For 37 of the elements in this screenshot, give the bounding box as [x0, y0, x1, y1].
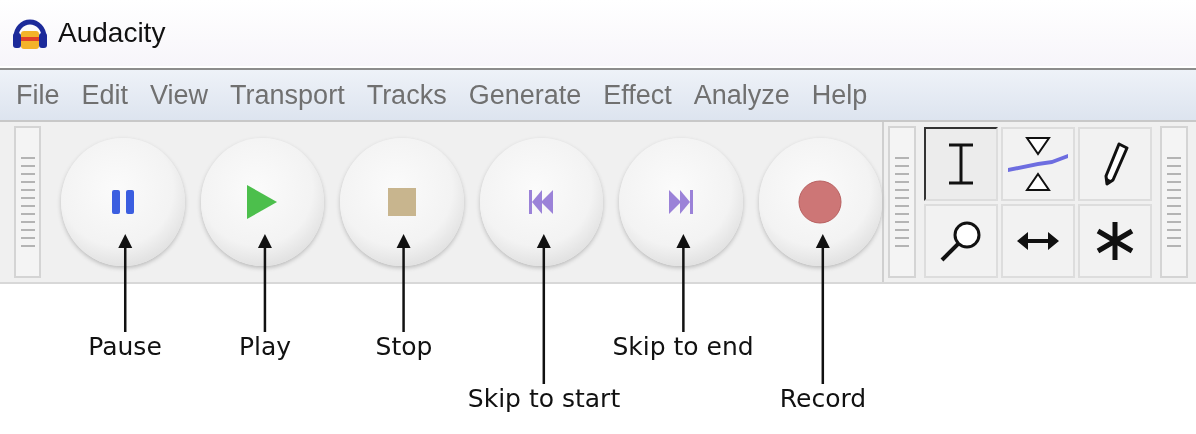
- zoom-tool[interactable]: [924, 203, 998, 278]
- envelope-tool[interactable]: [1001, 126, 1075, 201]
- stop-icon: [387, 188, 416, 216]
- draw-tool[interactable]: [1078, 126, 1152, 201]
- callout-label: Record: [779, 384, 867, 413]
- time-shift-tool[interactable]: [1001, 203, 1075, 278]
- menu-item[interactable]: Analyze: [683, 79, 802, 111]
- skip-start-icon: [529, 190, 554, 214]
- record-icon: [798, 180, 842, 224]
- callout-label: Skip to start: [467, 384, 621, 413]
- multi-tool[interactable]: [1078, 203, 1152, 278]
- toolbar-grip[interactable]: [1160, 126, 1188, 278]
- menu-item[interactable]: Edit: [71, 79, 141, 111]
- callout-label: Pause: [88, 332, 162, 361]
- menu-item[interactable]: Help: [801, 79, 880, 111]
- window-title: Audacity: [58, 17, 166, 49]
- selection-tool[interactable]: [924, 126, 998, 201]
- menu-item[interactable]: Tracks: [356, 79, 459, 111]
- callout-label: Skip to end: [612, 332, 754, 361]
- pencil-icon: [1104, 142, 1129, 185]
- menu-item[interactable]: View: [140, 79, 221, 111]
- double-arrow-icon: [1017, 231, 1059, 250]
- skip-end-icon: [668, 190, 693, 214]
- menu-item[interactable]: Effect: [593, 79, 684, 111]
- callout-label: Play: [238, 332, 292, 361]
- play-icon: [247, 185, 278, 219]
- envelope-icon: [1008, 136, 1068, 191]
- toolbar-grip[interactable]: [888, 126, 916, 278]
- asterisk-icon: [1095, 220, 1135, 261]
- menu-item[interactable]: Generate: [458, 79, 594, 111]
- toolbar-grip[interactable]: [14, 126, 42, 278]
- magnifier-icon: [940, 221, 981, 261]
- menu-item[interactable]: File: [6, 79, 72, 111]
- menu-item[interactable]: Transport: [220, 79, 357, 111]
- pause-icon: [111, 190, 134, 214]
- text-cursor-icon: [947, 143, 975, 184]
- callout-label: Stop: [375, 332, 433, 361]
